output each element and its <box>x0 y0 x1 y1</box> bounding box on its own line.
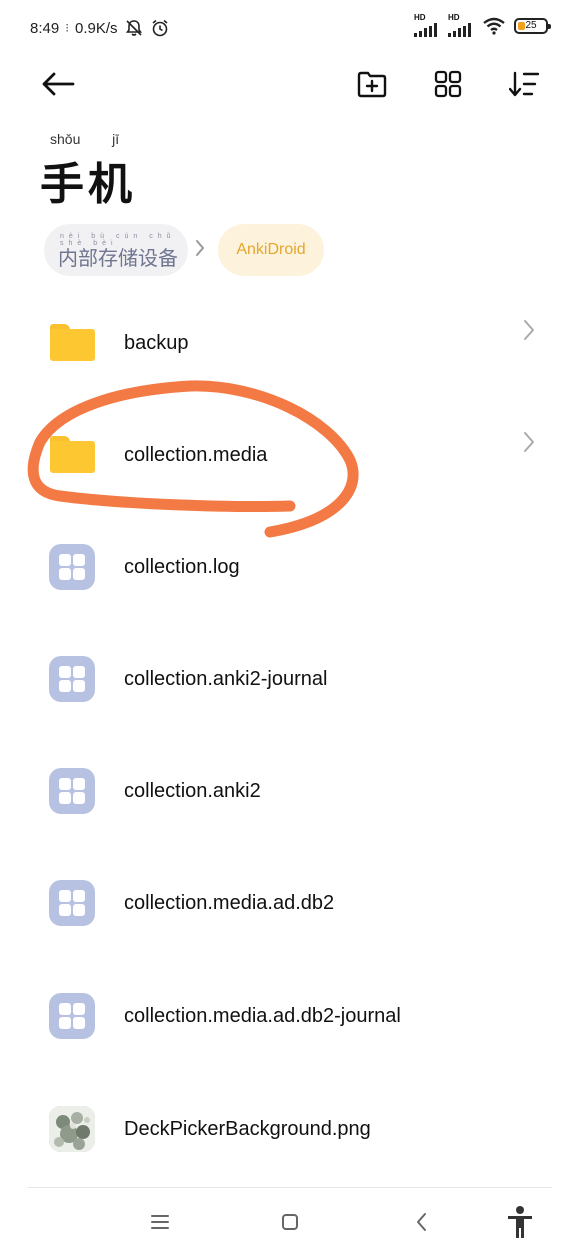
list-item-file[interactable]: collection.anki2 <box>0 736 580 848</box>
back-button[interactable] <box>38 64 78 104</box>
grid-icon <box>434 70 462 98</box>
breadcrumb-ankidroid[interactable]: AnkiDroid <box>218 224 324 276</box>
status-bar-right: HD HD 25 <box>414 14 551 37</box>
status-separator: ⁝ <box>65 21 70 35</box>
page-title: 手机 <box>40 159 136 210</box>
grid-view-button[interactable] <box>430 66 466 102</box>
status-bar-left: 8:49 ⁝ 0.9K/s <box>30 18 170 38</box>
file-name: DeckPickerBackground.png <box>124 1118 371 1140</box>
list-item-file[interactable]: collection.media.ad.db2-journal <box>0 961 580 1073</box>
recent-apps-button[interactable] <box>140 1204 180 1240</box>
signal-strength-2: HD <box>448 14 474 37</box>
folder-add-icon <box>357 71 387 98</box>
list-item-file[interactable]: collection.media.ad.db2 <box>0 848 580 960</box>
file-icon <box>48 879 96 927</box>
system-back-button[interactable] <box>402 1204 442 1240</box>
battery-icon: 25 <box>514 17 551 34</box>
list-item-image[interactable]: DeckPickerBackground.png <box>0 1074 580 1186</box>
chevron-right-icon <box>524 432 534 452</box>
menu-icon <box>151 1215 169 1229</box>
breadcrumb-label: AnkiDroid <box>236 241 306 258</box>
folder-icon <box>48 319 96 367</box>
file-icon <box>48 655 96 703</box>
file-name: collection.log <box>124 556 240 578</box>
alarm-icon <box>152 19 168 37</box>
file-name: collection.anki2-journal <box>124 668 328 690</box>
file-name: backup <box>124 332 189 354</box>
chevron-right-icon <box>524 320 534 340</box>
image-thumbnail-icon <box>48 1105 96 1153</box>
bell-muted-icon <box>125 20 142 36</box>
chevron-right-icon <box>196 240 204 256</box>
signal-bars-icon <box>414 23 437 37</box>
sort-icon <box>509 71 539 97</box>
signal-bars-icon <box>448 23 471 37</box>
file-name: collection.media.ad.db2-journal <box>124 1005 401 1027</box>
breadcrumb-label: 内部存储设备 <box>58 246 178 270</box>
network-speed: 0.9K/s <box>75 19 118 37</box>
breadcrumb-internal-storage[interactable]: nèi bù cún chǔ shè bèi 内部存储设备 <box>44 224 188 276</box>
file-name: collection.media.ad.db2 <box>124 892 335 914</box>
home-button[interactable] <box>270 1204 310 1240</box>
arrow-left-icon <box>42 72 75 96</box>
file-icon <box>48 992 96 1040</box>
accessibility-icon <box>508 1206 532 1238</box>
accessibility-button[interactable] <box>500 1200 540 1244</box>
battery-level: 25 <box>525 19 537 31</box>
title-pinyin: shǒu jī <box>50 131 120 147</box>
breadcrumb-separator <box>194 238 206 263</box>
new-folder-button[interactable] <box>354 66 390 102</box>
file-name: collection.anki2 <box>124 780 261 802</box>
wifi-icon <box>483 17 505 35</box>
file-icon <box>48 767 96 815</box>
status-time: 8:49 <box>30 19 60 37</box>
chevron-left-icon <box>417 1213 426 1231</box>
hand-drawn-circle-annotation <box>27 380 359 538</box>
bottom-divider <box>28 1187 552 1188</box>
signal-strength-1: HD <box>414 14 440 37</box>
list-item-file[interactable]: collection.anki2-journal <box>0 624 580 736</box>
file-icon <box>48 543 96 591</box>
sort-button[interactable] <box>506 66 542 102</box>
home-square-icon <box>282 1214 298 1230</box>
